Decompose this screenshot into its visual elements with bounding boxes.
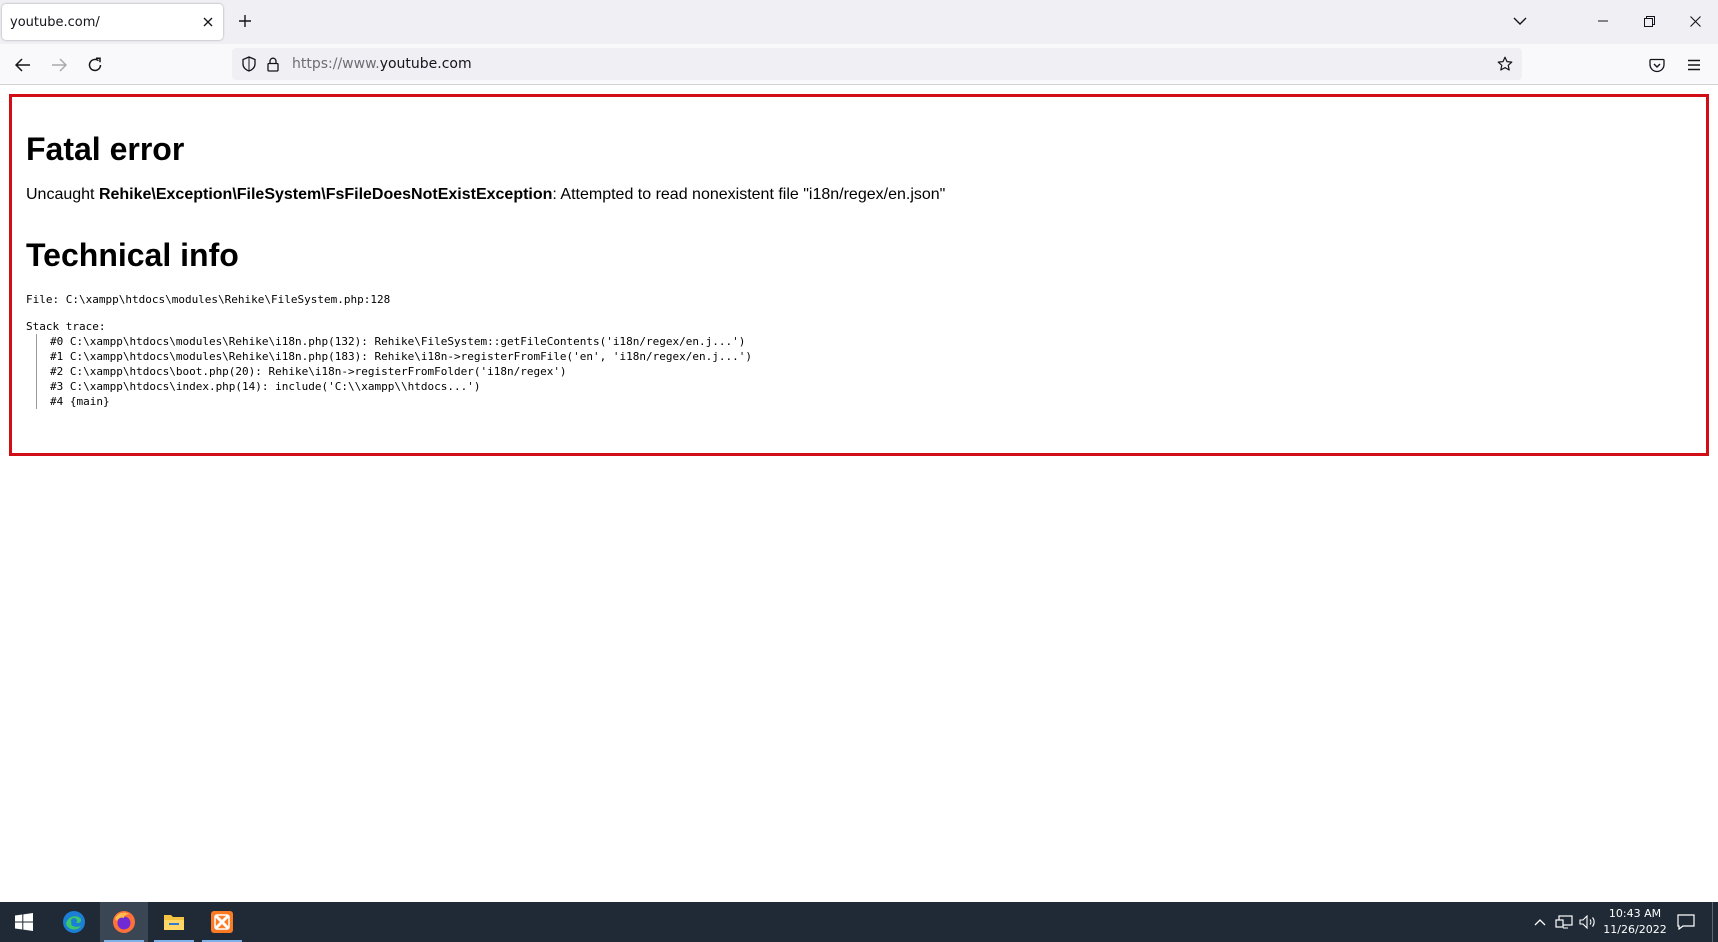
url-bar[interactable]: https://www.youtube.com (232, 48, 1522, 80)
url-scheme: https://www. (292, 56, 380, 72)
lock-icon[interactable] (264, 55, 282, 73)
network-icon[interactable] (1554, 912, 1574, 932)
tracking-protection-shield-icon[interactable] (240, 55, 258, 73)
show-desktop-button[interactable] (1712, 902, 1718, 942)
back-icon[interactable] (8, 50, 38, 80)
stack-frame: #0 C:\xampp\htdocs\modules\Rehike\i18n.p… (50, 335, 746, 348)
bookmark-star-icon[interactable] (1496, 55, 1514, 73)
tab-strip: youtube.com/ (0, 0, 1718, 44)
tab-title: youtube.com/ (10, 15, 100, 30)
stack-frame: #4 {main} (50, 395, 110, 408)
error-detail: : Attempted to read nonexistent file "i1… (552, 186, 946, 203)
clock-date: 11/26/2022 (1603, 923, 1667, 936)
technical-info-heading: Technical info (26, 237, 239, 273)
error-prefix: Uncaught (26, 186, 99, 203)
app-menu-icon[interactable] (1679, 50, 1709, 80)
close-tab-icon[interactable] (198, 12, 218, 32)
tab-youtube[interactable]: youtube.com/ (2, 4, 223, 40)
xampp-icon[interactable] (198, 902, 246, 942)
page-content: Fatal error Uncaught Rehike\Exception\Fi… (0, 86, 1718, 902)
exception-class: Rehike\Exception\FileSystem\FsFileDoesNo… (98, 186, 553, 203)
system-clock[interactable]: 10:43 AM 11/26/2022 (1596, 906, 1674, 938)
file-explorer-icon[interactable] (150, 902, 198, 942)
volume-icon[interactable] (1578, 912, 1598, 932)
edge-icon[interactable] (50, 902, 98, 942)
minimize-icon[interactable] (1580, 0, 1626, 42)
error-heading: Fatal error (26, 131, 185, 167)
firefox-icon[interactable] (100, 902, 148, 942)
stack-frame: #3 C:\xampp\htdocs\index.php(14): includ… (50, 380, 481, 393)
chevron-up-icon[interactable] (1530, 912, 1550, 932)
file-location: File: C:\xampp\htdocs\modules\Rehike\Fil… (26, 293, 391, 306)
taskbar: 10:43 AM 11/26/2022 (0, 902, 1718, 942)
new-tab-icon[interactable] (234, 10, 256, 32)
reload-icon[interactable] (80, 50, 110, 80)
url-text: https://www.youtube.com (292, 56, 472, 72)
stack-frame: #1 C:\xampp\htdocs\modules\Rehike\i18n.p… (50, 350, 752, 363)
restore-icon[interactable] (1626, 0, 1672, 42)
notifications-icon[interactable] (1676, 912, 1696, 932)
pocket-icon[interactable] (1642, 50, 1672, 80)
start-icon[interactable] (0, 902, 48, 942)
forward-icon[interactable] (44, 50, 74, 80)
stack-frame: #2 C:\xampp\htdocs\boot.php(20): Rehike\… (50, 365, 567, 378)
clock-time: 10:43 AM (1608, 907, 1662, 920)
list-all-tabs-icon[interactable] (1508, 10, 1532, 32)
close-window-icon[interactable] (1672, 0, 1718, 42)
navigation-toolbar: https://www.youtube.com (0, 44, 1718, 85)
error-box: Fatal error Uncaught Rehike\Exception\Fi… (9, 94, 1709, 456)
stack-trace-label: Stack trace: (26, 320, 106, 333)
url-host: youtube.com (379, 56, 472, 72)
error-message: Uncaught Rehike\Exception\FileSystem\FsF… (26, 186, 945, 204)
stack-trace-list: #0 C:\xampp\htdocs\modules\Rehike\i18n.p… (36, 334, 752, 409)
